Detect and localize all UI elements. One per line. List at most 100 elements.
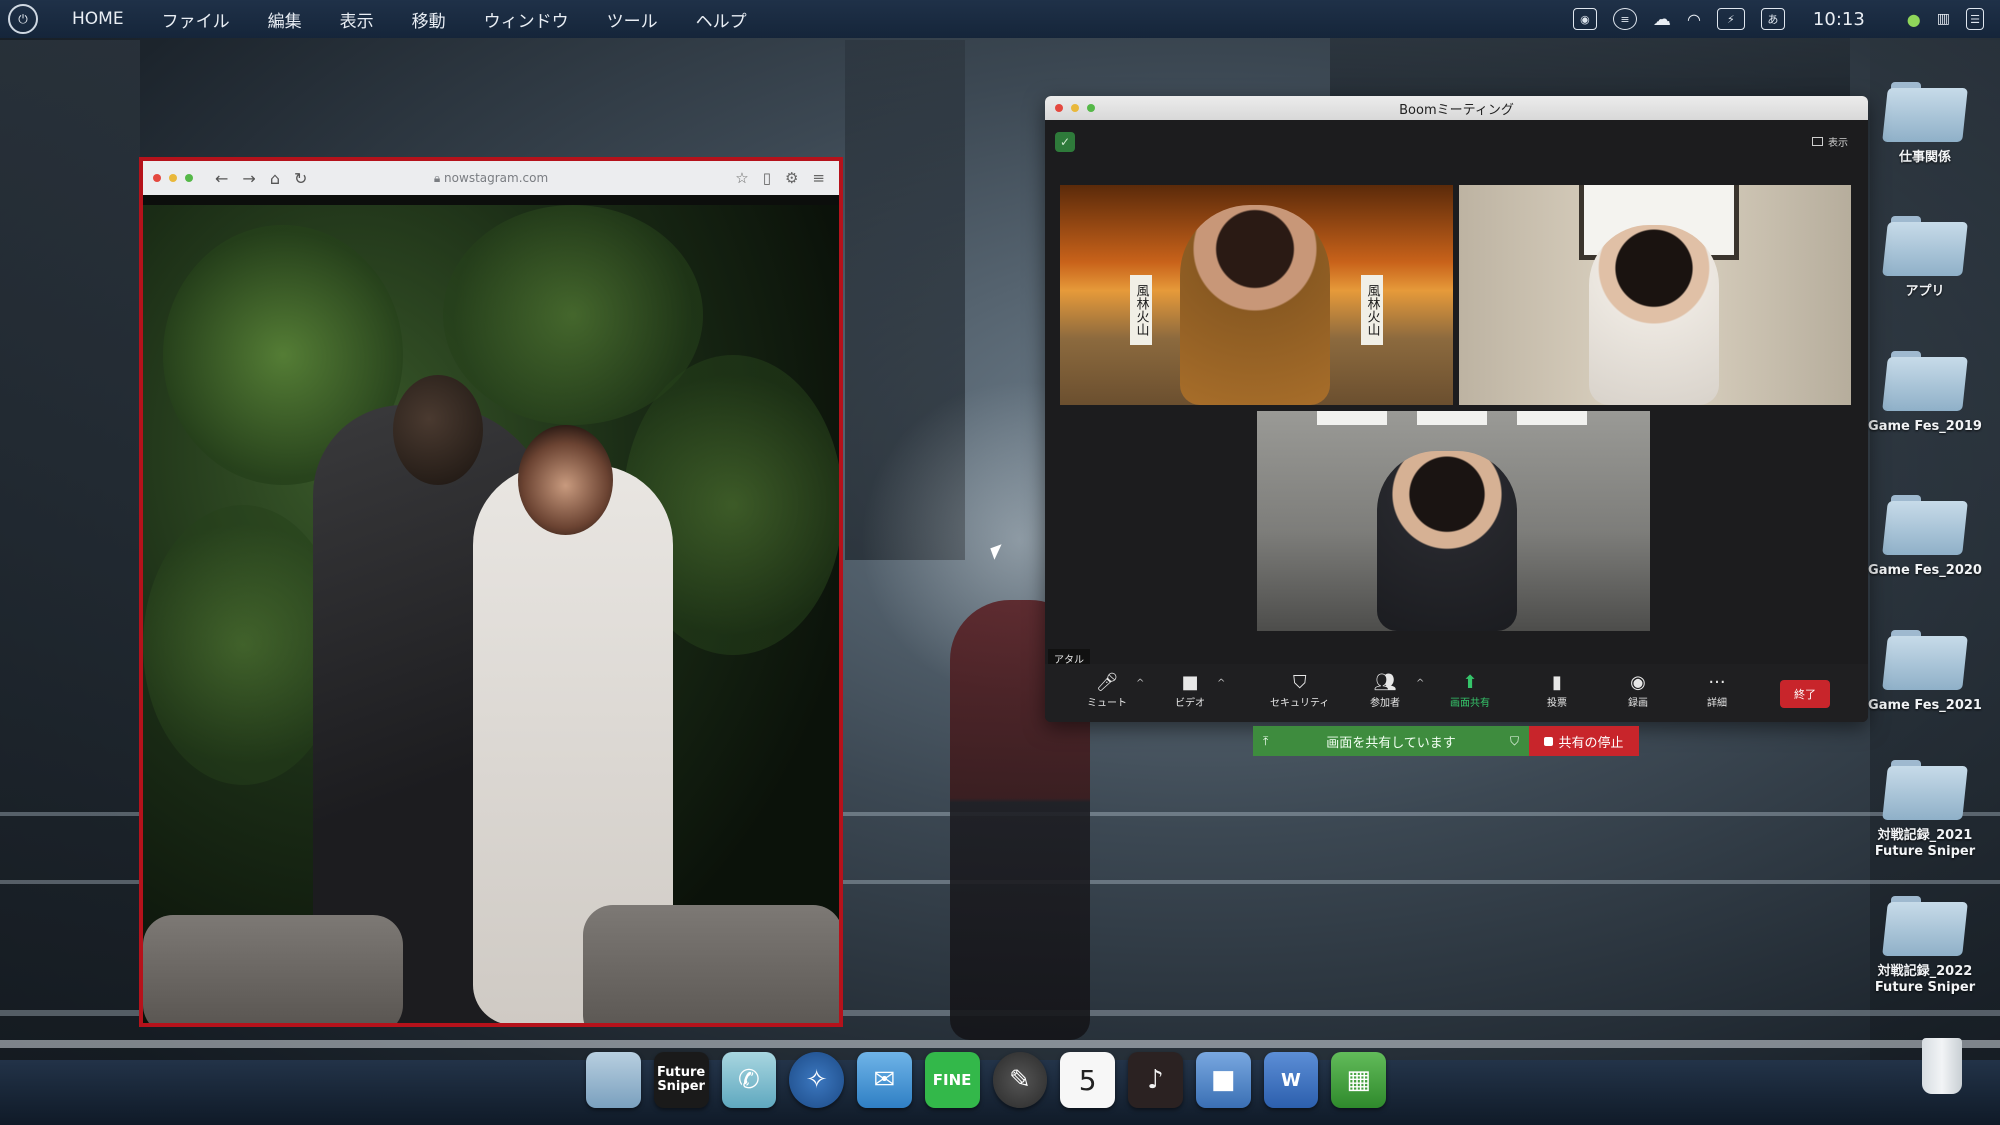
view-button[interactable]: 表示 bbox=[1812, 134, 1848, 149]
folder-game-fes-2019[interactable]: Game Fes_2019 bbox=[1860, 351, 1990, 435]
pin-icon[interactable]: ⤒ bbox=[1263, 734, 1268, 749]
share-screen-icon: ⬆ bbox=[1462, 672, 1478, 693]
stop-share-button[interactable]: 共有の停止 bbox=[1529, 726, 1639, 756]
share-screen-button[interactable]: ⬆ 画面共有 bbox=[1450, 672, 1490, 709]
participant-video-1 bbox=[1180, 205, 1330, 405]
dock-spreadsheet-icon[interactable]: ▦ bbox=[1331, 1052, 1386, 1108]
forward-arrow-icon[interactable]: → bbox=[242, 169, 255, 188]
participant-tile-2[interactable] bbox=[1459, 185, 1851, 405]
meeting-close-button[interactable] bbox=[1055, 104, 1063, 112]
folder-work[interactable]: 仕事関係 bbox=[1860, 82, 1990, 166]
dock-phone-icon[interactable]: ✆ bbox=[721, 1052, 777, 1108]
menu-edit[interactable]: 編集 bbox=[268, 7, 302, 32]
clipboard-icon[interactable]: ≡ bbox=[1612, 8, 1637, 30]
meeting-minimize-button[interactable] bbox=[1071, 104, 1079, 112]
tile-banner-left: 風林火山 bbox=[1130, 275, 1152, 345]
folder-label: アプリ bbox=[1905, 284, 1945, 299]
security-label: セキュリティ bbox=[1270, 698, 1330, 709]
menu-window[interactable]: ウィンドウ bbox=[484, 7, 569, 32]
back-arrow-icon[interactable]: ← bbox=[215, 169, 228, 188]
gear-icon[interactable]: ⚙ bbox=[785, 169, 798, 187]
star-icon[interactable]: ☆ bbox=[735, 169, 748, 187]
dock-feather-icon[interactable]: ✎ bbox=[992, 1052, 1048, 1108]
address-url: nowstagram.com bbox=[444, 170, 549, 185]
menu-help[interactable]: ヘルプ bbox=[696, 7, 747, 32]
minimize-button[interactable] bbox=[169, 174, 177, 182]
meeting-window[interactable]: Boomミーティング ✓ 表示 風林火山 風林火山 アタル 🎤︎ ミュート ^ … bbox=[1045, 96, 1868, 722]
folder-match-record-2022[interactable]: 対戦記録_2022 Future Sniper bbox=[1860, 896, 1990, 996]
participants-button[interactable]: 👥︎ 参加者 bbox=[1370, 672, 1400, 709]
mute-options-chevron-icon[interactable]: ^ bbox=[1136, 678, 1144, 689]
list-icon[interactable]: ☰ bbox=[1966, 8, 1984, 30]
poll-label: 投票 bbox=[1547, 698, 1567, 709]
mute-label: ミュート bbox=[1087, 698, 1127, 709]
menu-tools[interactable]: ツール bbox=[607, 7, 658, 32]
folder-label: Game Fes_2020 bbox=[1868, 563, 1982, 578]
end-meeting-button[interactable]: 終了 bbox=[1780, 680, 1830, 708]
wifi-icon[interactable]: ◠ bbox=[1687, 10, 1701, 29]
close-button[interactable] bbox=[153, 174, 161, 182]
bookmark-icon[interactable]: ▯ bbox=[763, 169, 771, 187]
record-button[interactable]: ◉ 録画 bbox=[1628, 672, 1648, 709]
system-logo-icon[interactable]: ⏻ bbox=[8, 4, 38, 34]
home-icon[interactable]: ⌂ bbox=[270, 169, 280, 188]
dock-compass-icon[interactable]: ✧ bbox=[789, 1052, 844, 1108]
dock-calendar-icon[interactable]: 5 bbox=[1060, 1052, 1115, 1108]
participants-icon: 👥︎ bbox=[1373, 672, 1397, 693]
bulb-icon[interactable]: ● bbox=[1907, 10, 1921, 29]
screen-sharing-text: 画面を共有しています bbox=[1326, 735, 1456, 751]
chart-icon[interactable]: ▥ bbox=[1937, 11, 1950, 27]
address-bar[interactable]: 🔒︎ nowstagram.com bbox=[434, 171, 548, 186]
menu-go[interactable]: 移動 bbox=[412, 7, 446, 32]
menu-file[interactable]: ファイル bbox=[162, 7, 230, 32]
sharing-shield-icon[interactable]: ⛉ bbox=[1510, 734, 1519, 749]
bar-chart-icon: ▮ bbox=[1552, 672, 1562, 693]
trash-icon[interactable] bbox=[1922, 1038, 1962, 1094]
poll-button[interactable]: ▮ 投票 bbox=[1547, 672, 1567, 709]
camera-icon[interactable]: ◉ bbox=[1572, 8, 1597, 30]
dock-mail-icon[interactable]: ✉ bbox=[857, 1052, 912, 1108]
maximize-button[interactable] bbox=[185, 174, 193, 182]
battery-icon[interactable]: ⚡ bbox=[1716, 8, 1745, 30]
screen-sharing-banner[interactable]: ⤒ 画面を共有しています ⛉ bbox=[1253, 726, 1529, 756]
word-letter: W bbox=[1280, 1069, 1301, 1091]
meeting-titlebar: Boomミーティング bbox=[1045, 96, 1868, 120]
encryption-shield-icon[interactable]: ✓ bbox=[1055, 132, 1075, 152]
tile-banner-right: 風林火山 bbox=[1361, 275, 1383, 345]
more-dots-icon: ··· bbox=[1708, 672, 1726, 693]
fine-label: FINE bbox=[932, 1071, 972, 1089]
video-options-chevron-icon[interactable]: ^ bbox=[1217, 678, 1225, 689]
more-button[interactable]: ··· 詳細 bbox=[1707, 672, 1727, 709]
folder-match-record-2021[interactable]: 対戦記録_2021 Future Sniper bbox=[1860, 760, 1990, 860]
browser-window[interactable]: ← → ⌂ ↻ 🔒︎ nowstagram.com ☆ ▯ ⚙ ≡ bbox=[139, 157, 843, 1027]
security-button[interactable]: ⛉ セキュリティ bbox=[1270, 672, 1329, 709]
dock-music-icon[interactable]: ♪ bbox=[1128, 1052, 1183, 1108]
folder-game-fes-2020[interactable]: Game Fes_2020 bbox=[1860, 495, 1990, 579]
future-sniper-label: Future Sniper bbox=[657, 1065, 706, 1094]
menu-view[interactable]: 表示 bbox=[340, 7, 374, 32]
menu-icon[interactable]: ≡ bbox=[812, 169, 825, 187]
grid-view-icon bbox=[1812, 137, 1823, 146]
folder-game-fes-2021[interactable]: Game Fes_2021 bbox=[1860, 630, 1990, 714]
menu-clock[interactable]: 10:13 bbox=[1813, 9, 1865, 30]
folder-apps[interactable]: アプリ bbox=[1860, 216, 1990, 300]
dock-finder-folder-icon[interactable] bbox=[586, 1052, 641, 1108]
cloud-icon[interactable]: ☁ bbox=[1653, 9, 1671, 30]
dock-future-sniper-icon[interactable]: Future Sniper bbox=[653, 1052, 709, 1108]
dock-video-camera-icon[interactable]: ■ bbox=[1195, 1052, 1251, 1108]
participant-tile-3[interactable] bbox=[1257, 411, 1650, 631]
reload-icon[interactable]: ↻ bbox=[294, 169, 307, 188]
video-button[interactable]: ■ ビデオ bbox=[1175, 672, 1205, 709]
dock-fine-chat-icon[interactable]: FINE bbox=[924, 1052, 980, 1108]
participants-options-chevron-icon[interactable]: ^ bbox=[1416, 678, 1424, 689]
stop-square-icon bbox=[1544, 736, 1554, 746]
dock-word-document-icon[interactable]: W bbox=[1263, 1052, 1319, 1108]
participant-tile-1[interactable]: 風林火山 風林火山 bbox=[1060, 185, 1453, 405]
meeting-maximize-button[interactable] bbox=[1087, 104, 1095, 112]
menu-home[interactable]: HOME bbox=[72, 9, 124, 29]
folder-label: 対戦記録_2022 Future Sniper bbox=[1874, 964, 1976, 995]
input-method-icon[interactable]: あ bbox=[1760, 8, 1785, 30]
more-label: 詳細 bbox=[1707, 698, 1727, 709]
share-screen-label: 画面共有 bbox=[1450, 698, 1490, 709]
mute-button[interactable]: 🎤︎ ミュート bbox=[1087, 672, 1127, 709]
